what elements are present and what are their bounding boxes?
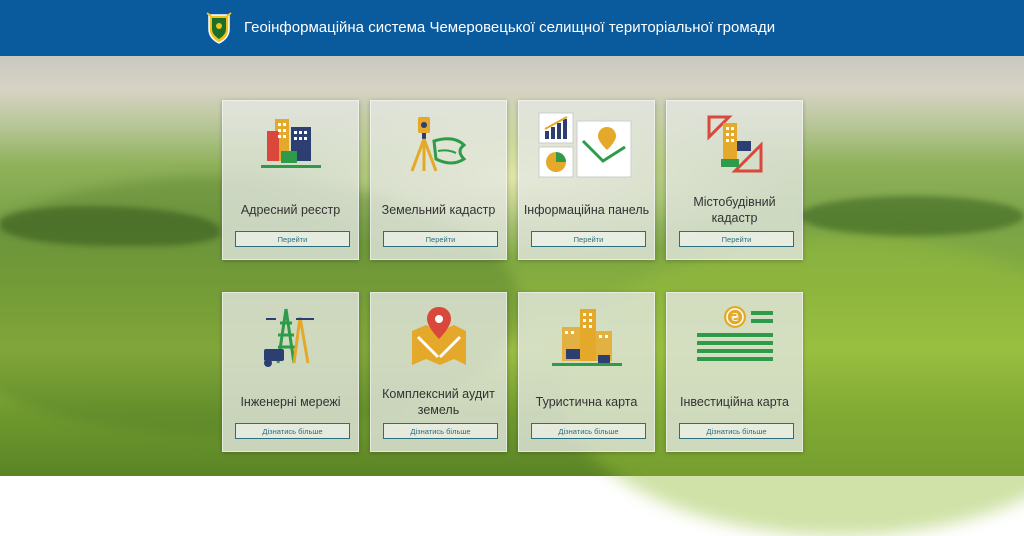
landscape-background (0, 56, 1024, 536)
card-address-registry[interactable]: Адресний реєстр Перейти (222, 100, 359, 260)
card-engineering-networks[interactable]: Інженерні мережі Дізнатись більше (222, 292, 359, 452)
learn-more-button[interactable]: Дізнатись більше (531, 423, 646, 439)
card-investment-map[interactable]: ₴ Інвестиційна карта Дізнатись більше (666, 292, 803, 452)
card-label: Інженерні мережі (240, 395, 341, 409)
card-label: Інвестиційна карта (680, 395, 789, 409)
page-title: Геоінформаційна система Чемеровецької се… (244, 19, 776, 36)
coat-of-arms-icon (206, 12, 232, 44)
card-land-cadastre[interactable]: Земельний кадастр Перейти (370, 100, 507, 260)
card-urban-cadastre[interactable]: Містобудівний кадастр Перейти (666, 100, 803, 260)
dashboard-charts-icon (538, 112, 631, 178)
card-label: Туристична карта (535, 395, 638, 409)
surveyor-theodolite-icon (410, 117, 466, 172)
card-label: Адресний реєстр (240, 203, 341, 217)
card-label: Земельний кадастр (381, 203, 496, 217)
card-label: Комплексний аудит земель (382, 387, 495, 417)
svg-text:₴: ₴ (730, 311, 739, 324)
card-label: Містобудівний кадастр (693, 195, 776, 225)
learn-more-button[interactable]: Дізнатись більше (383, 423, 498, 439)
card-label: Інформаційна панель (523, 203, 650, 217)
learn-more-button[interactable]: Дізнатись більше (679, 423, 794, 439)
go-button[interactable]: Перейти (679, 231, 794, 247)
card-info-panel[interactable]: Інформаційна панель Перейти (518, 100, 655, 260)
investment-coins-icon: ₴ (696, 306, 773, 361)
learn-more-button[interactable]: Дізнатись більше (235, 423, 350, 439)
power-tower-icon (263, 308, 314, 367)
card-land-audit[interactable]: Комплексний аудит земель Дізнатись більш… (370, 292, 507, 452)
top-header-bar: Геоінформаційна система Чемеровецької се… (0, 0, 1024, 56)
go-button[interactable]: Перейти (383, 231, 498, 247)
map-pin-icon (411, 307, 466, 365)
urban-planning-icon (707, 115, 762, 173)
go-button[interactable]: Перейти (235, 231, 350, 247)
go-button[interactable]: Перейти (531, 231, 646, 247)
card-tourist-map[interactable]: Туристична карта Дізнатись більше (518, 292, 655, 452)
building-icon (260, 119, 321, 168)
tourist-city-icon (551, 309, 622, 366)
